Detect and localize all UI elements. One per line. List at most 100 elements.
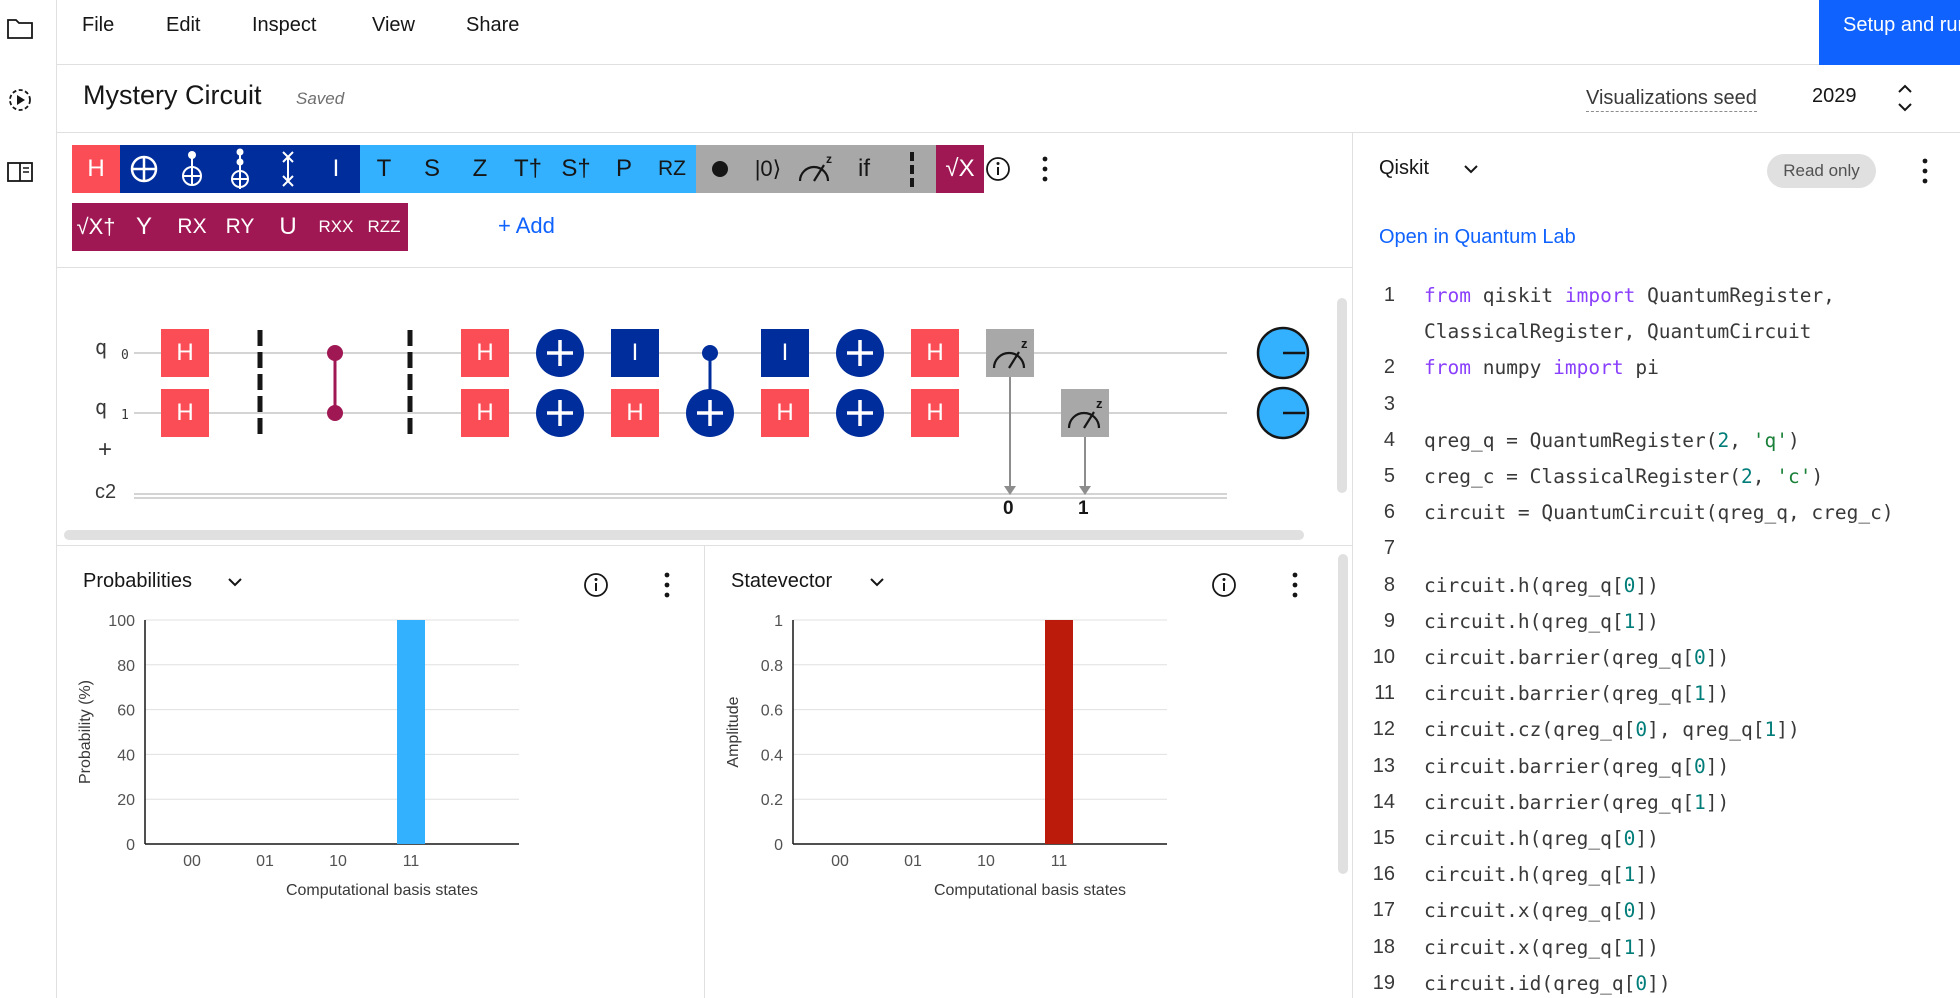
gate-sxdg[interactable]: √X† [72,203,120,251]
code-line: 4 qreg_q = QuantumRegister(2, 'q') [1353,429,1960,465]
info-icon[interactable] [582,571,610,599]
gate-y[interactable]: Y [120,203,168,251]
code-text: circuit.x(qreg_q[1]) [1424,935,1659,959]
gate-control[interactable] [696,145,744,193]
gate-sx[interactable]: √X [936,145,984,193]
h-gate-q1-1[interactable]: H [161,389,209,437]
setup-and-run-button[interactable]: Setup and run [1819,0,1960,65]
menu-view[interactable]: View [372,14,415,37]
gate-if[interactable]: if [840,145,888,193]
gate-tdg[interactable]: T† [504,145,552,193]
gate-swap[interactable] [264,145,312,193]
menu-edit[interactable]: Edit [166,14,200,37]
code-text: circuit = QuantumCircuit(qreg_q, creg_c) [1424,501,1894,525]
circuit-title[interactable]: Mystery Circuit [83,80,262,111]
vertical-scrollbar[interactable] [1337,298,1347,493]
h-gate-label: H [626,399,644,426]
gate-s[interactable]: S [408,145,456,193]
gate-sdg[interactable]: S† [552,145,600,193]
x-gate-q1[interactable] [536,389,584,437]
gate-rx[interactable]: RX [168,203,216,251]
cnot-icon [182,151,202,186]
prob-bar-11[interactable] [397,620,425,844]
overflow-menu-icon[interactable] [662,571,672,599]
open-in-quantum-lab-link[interactable]: Open in Quantum Lab [1379,226,1576,249]
folder-icon[interactable] [0,8,40,48]
h-gate-q0-2[interactable]: H [461,329,509,377]
gate-not[interactable] [120,145,168,193]
cnot-gate[interactable] [686,345,734,437]
h-gate-q0-1[interactable]: H [161,329,209,377]
phase-disk-q1[interactable] [1256,386,1310,440]
gate-u[interactable]: U [264,203,312,251]
gate-p[interactable]: P [600,145,648,193]
sv-x-tick: 01 [904,853,922,870]
menu-file[interactable]: File [82,14,114,37]
chevron-down-icon[interactable] [869,576,885,588]
sv-bar-11[interactable] [1045,620,1073,844]
phase-disk-q0[interactable] [1256,326,1310,380]
h-gate-q1-3[interactable]: H [611,389,659,437]
gate-h-label: H [87,155,105,182]
x-gate-q0-2[interactable] [836,329,884,377]
gate-t[interactable]: T [360,145,408,193]
code-line: 13 circuit.barrier(qreg_q[0]) [1353,755,1960,791]
overflow-menu-icon[interactable] [1290,571,1300,599]
chevron-down-icon[interactable] [227,576,243,588]
statevector-title[interactable]: Statevector [731,570,832,593]
gate-barrier[interactable] [888,145,936,193]
x-gate-q0[interactable] [536,329,584,377]
gate-measure[interactable]: z [792,145,840,193]
sv-x-tick: 11 [1051,853,1068,870]
seed-label: Visualizations seed [1586,87,1757,112]
gate-ry-label: RY [225,215,255,238]
jobs-icon[interactable] [0,80,40,120]
probabilities-title[interactable]: Probabilities [83,570,192,593]
seed-stepper-icon[interactable] [1897,83,1913,113]
gate-toffoli[interactable] [216,145,264,193]
overflow-menu-icon[interactable] [1920,157,1930,185]
gate-t-label: T [376,155,392,182]
language-select[interactable]: Qiskit [1379,157,1429,180]
gate-z[interactable]: Z [456,145,504,193]
seed-input[interactable]: 2029 [1812,85,1857,108]
chevron-down-icon[interactable] [1463,163,1479,175]
menu-share[interactable]: Share [466,14,519,37]
add-gate-link[interactable]: + Add [498,213,555,239]
vertical-scrollbar[interactable] [1337,546,1349,876]
gate-rz[interactable]: RZ [648,145,696,193]
cz-gate[interactable] [327,345,343,421]
gate-ry[interactable]: RY [216,203,264,251]
h-gate-q1-4[interactable]: H [761,389,809,437]
line-number: 1 [1383,284,1395,306]
h-gate-q1-2[interactable]: H [461,389,509,437]
measure-gate-q0[interactable]: z [986,329,1034,495]
gate-reset-label: |0⟩ [754,156,782,181]
prob-y-tick: 60 [117,703,135,720]
read-only-badge: Read only [1767,154,1876,188]
gate-rxx[interactable]: RXX [312,203,360,251]
menu-inspect[interactable]: Inspect [252,14,316,37]
i-gate-q0-1[interactable]: I [611,329,659,377]
gate-reset[interactable]: |0⟩ [744,145,792,193]
docs-icon[interactable] [0,152,40,192]
info-icon[interactable] [984,155,1012,183]
x-gate-q1-2[interactable] [836,389,884,437]
info-icon[interactable] [1210,571,1238,599]
overflow-menu-icon[interactable] [1040,155,1050,183]
measure-gate-q1[interactable]: z [1061,389,1109,495]
measure-icon: z [798,152,832,182]
gate-h[interactable]: H [72,145,120,193]
gate-cnot[interactable] [168,145,216,193]
code-text: circuit.cz(qreg_q[0], qreg_q[1]) [1424,718,1800,742]
i-gate-label: I [781,339,789,366]
gate-i[interactable]: I [312,145,360,193]
h-gate-q1-5[interactable]: H [911,389,959,437]
sv-x-tick: 10 [977,853,995,870]
h-gate-q0-3[interactable]: H [911,329,959,377]
horizontal-scrollbar[interactable] [64,530,1304,540]
code-text: ClassicalRegister, QuantumCircuit [1424,320,1812,344]
i-gate-q0-2[interactable]: I [761,329,809,377]
code-line: 3 [1353,393,1960,429]
gate-rzz[interactable]: RZZ [360,203,408,251]
